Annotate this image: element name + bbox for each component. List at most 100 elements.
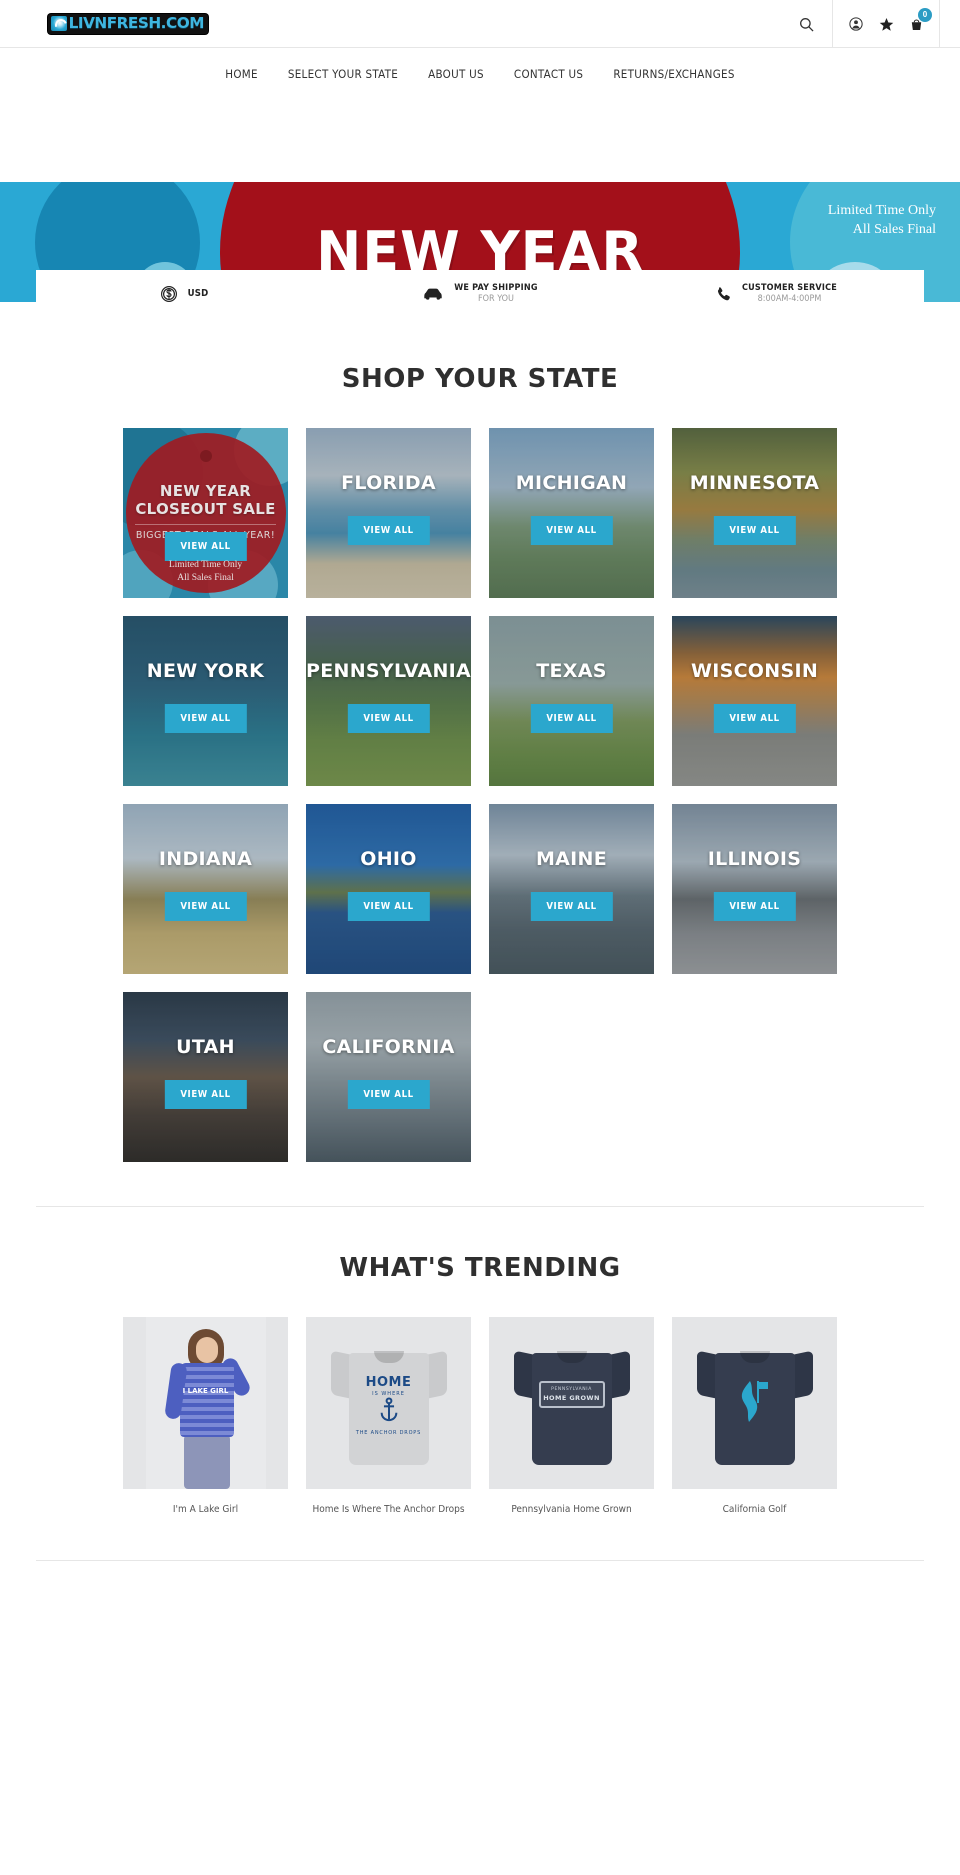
- state-name-pennsylvania: PENNSYLVANIA: [306, 660, 471, 682]
- state-card-maine[interactable]: MAINE VIEW ALL: [489, 804, 654, 974]
- state-view-all-michigan[interactable]: VIEW ALL: [530, 516, 613, 545]
- state-view-all-wisconsin[interactable]: VIEW ALL: [713, 704, 796, 733]
- section-divider-bottom: [36, 1560, 924, 1561]
- state-name-texas: TEXAS: [536, 660, 607, 682]
- state-card-indiana[interactable]: INDIANA VIEW ALL: [123, 804, 288, 974]
- tee-illustration-navy-1: PENNSYLVANIA HOME GROWN: [513, 1339, 630, 1467]
- state-name-ohio: OHIO: [360, 848, 417, 870]
- product-name-anchor-drops: Home Is Where The Anchor Drops: [312, 1504, 465, 1515]
- state-overlay-indiana: [123, 804, 288, 974]
- hero-note: Limited Time Only All Sales Final: [828, 202, 936, 240]
- product-card-anchor-drops[interactable]: HOME IS WHERE THE ANCHOR DROPS Home Is W…: [306, 1317, 471, 1516]
- account-icon[interactable]: [841, 0, 871, 48]
- service-bar: USD WE PAY SHIPPING FOR YOU CUSTOMER SER…: [36, 270, 924, 318]
- service-label-currency: USD: [187, 288, 209, 300]
- tee-graphic: HOME IS WHERE THE ANCHOR DROPS: [351, 1375, 427, 1436]
- service-label-shipping: WE PAY SHIPPING: [454, 282, 538, 293]
- service-hours: 8:00AM-4:00PM: [757, 294, 822, 304]
- state-name-california: CALIFORNIA: [322, 1036, 455, 1058]
- cart-icon[interactable]: 0: [901, 0, 932, 48]
- hero-note-line2: All Sales Final: [852, 221, 936, 237]
- state-card-wisconsin[interactable]: WISCONSIN VIEW ALL: [672, 616, 837, 786]
- product-name-california-golf: California Golf: [722, 1504, 787, 1515]
- nav-item-about-us[interactable]: ABOUT US: [428, 67, 484, 81]
- state-view-all-new-york[interactable]: VIEW ALL: [164, 704, 247, 733]
- logo-text: LIVNFRESH.COM: [68, 14, 205, 32]
- state-name-michigan: MICHIGAN: [515, 472, 628, 494]
- site-header: LIVNFRESH.COM 0: [0, 0, 960, 48]
- golf-flag-california-icon: [741, 1381, 768, 1422]
- model-jeans: [183, 1435, 230, 1489]
- service-text-customer-service: CUSTOMER SERVICE 8:00AM-4:00PM: [742, 283, 837, 306]
- state-overlay-florida: [306, 428, 471, 598]
- state-overlay-utah: [123, 992, 288, 1162]
- state-view-all-florida[interactable]: VIEW ALL: [347, 516, 430, 545]
- nav-item-select-your-state[interactable]: SELECT YOUR STATE: [288, 67, 398, 81]
- nav-item-contact-us[interactable]: CONTACT US: [514, 67, 583, 81]
- state-card-florida[interactable]: FLORIDA VIEW ALL: [306, 428, 471, 598]
- state-name-minnesota: MINNESOTA: [689, 472, 820, 494]
- star-icon[interactable]: [871, 0, 901, 48]
- product-card-california-golf[interactable]: California Golf: [672, 1317, 837, 1516]
- state-view-all-illinois[interactable]: VIEW ALL: [713, 892, 796, 921]
- state-overlay-wisconsin: [672, 616, 837, 786]
- state-name-florida: FLORIDA: [341, 472, 436, 494]
- state-card-new-york[interactable]: NEW YORK VIEW ALL: [123, 616, 288, 786]
- state-card-illinois[interactable]: ILLINOIS VIEW ALL: [672, 804, 837, 974]
- header-actions: 0: [780, 0, 960, 48]
- state-view-all-california[interactable]: VIEW ALL: [347, 1080, 430, 1109]
- state-view-all-maine[interactable]: VIEW ALL: [530, 892, 613, 921]
- search-icon[interactable]: [780, 0, 832, 48]
- state-overlay-ohio: [306, 804, 471, 974]
- account-cart-group: 0: [832, 0, 940, 48]
- tee-graphic-line-1: HOME: [365, 1375, 412, 1390]
- state-card-utah[interactable]: UTAH VIEW ALL: [123, 992, 288, 1162]
- state-view-all-utah[interactable]: VIEW ALL: [164, 1080, 247, 1109]
- site-logo[interactable]: LIVNFRESH.COM: [48, 13, 208, 34]
- promo-view-all-button[interactable]: VIEW ALL: [164, 532, 247, 561]
- logo-swirl-icon: [51, 16, 67, 31]
- tee-illustration-navy-2: [696, 1339, 813, 1467]
- state-card-texas[interactable]: TEXAS VIEW ALL: [489, 616, 654, 786]
- tee-graphic-line-3: THE ANCHOR DROPS: [355, 1430, 422, 1436]
- state-view-all-texas[interactable]: VIEW ALL: [530, 704, 613, 733]
- state-view-all-minnesota[interactable]: VIEW ALL: [713, 516, 796, 545]
- promo-fine-line1: Limited Time Only: [168, 560, 243, 570]
- state-view-all-ohio[interactable]: VIEW ALL: [347, 892, 430, 921]
- state-card-pennsylvania[interactable]: PENNSYLVANIA VIEW ALL: [306, 616, 471, 786]
- state-name-maine: MAINE: [535, 848, 608, 870]
- promo-card-new-year-closeout[interactable]: NEW YEAR CLOSEOUT SALE BIGGEST DEALS ALL…: [123, 428, 288, 598]
- state-view-all-pennsylvania[interactable]: VIEW ALL: [347, 704, 430, 733]
- state-name-utah: UTAH: [176, 1036, 235, 1058]
- state-name-indiana: INDIANA: [158, 848, 253, 870]
- state-card-california[interactable]: CALIFORNIA VIEW ALL: [306, 992, 471, 1162]
- tee-graphic-line-1: PENNSYLVANIA: [551, 1387, 592, 1392]
- dollar-icon: [160, 285, 177, 303]
- tee-graphic-line-2: HOME GROWN: [543, 1394, 600, 1402]
- state-name-wisconsin: WISCONSIN: [690, 660, 819, 682]
- state-card-minnesota[interactable]: MINNESOTA VIEW ALL: [672, 428, 837, 598]
- product-thumb-california-golf: [672, 1317, 837, 1489]
- product-card-pennsylvania-home-grown[interactable]: PENNSYLVANIA HOME GROWN Pennsylvania Hom…: [489, 1317, 654, 1516]
- product-name-lake-girl: I'm A Lake Girl: [172, 1504, 239, 1515]
- state-overlay-illinois: [672, 804, 837, 974]
- service-item-currency: USD: [36, 285, 332, 303]
- promo-fine-print: Limited Time Only All Sales Final: [123, 559, 288, 585]
- state-card-ohio[interactable]: OHIO VIEW ALL: [306, 804, 471, 974]
- state-overlay-maine: [489, 804, 654, 974]
- state-overlay-michigan: [489, 428, 654, 598]
- product-name-pennsylvania-home-grown: Pennsylvania Home Grown: [511, 1504, 632, 1515]
- trending-grid: I LAKE GIRL I'm A Lake Girl HOME IS WHER…: [0, 1317, 960, 1516]
- state-view-all-indiana[interactable]: VIEW ALL: [164, 892, 247, 921]
- state-overlay-new-york: [123, 616, 288, 786]
- promo-line-1: NEW YEAR: [159, 482, 252, 500]
- promo-fine-line2: All Sales Final: [177, 572, 234, 583]
- product-card-lake-girl[interactable]: I LAKE GIRL I'm A Lake Girl: [123, 1317, 288, 1516]
- state-card-michigan[interactable]: MICHIGAN VIEW ALL: [489, 428, 654, 598]
- promo-line-2: CLOSEOUT SALE: [135, 500, 276, 518]
- tee-body: [531, 1353, 612, 1465]
- model-illustration: I LAKE GIRL: [145, 1317, 266, 1489]
- nav-item-returns-exchanges[interactable]: RETURNS/EXCHANGES: [613, 67, 734, 81]
- nav-item-home[interactable]: HOME: [225, 67, 258, 81]
- tee-graphic: [725, 1379, 785, 1430]
